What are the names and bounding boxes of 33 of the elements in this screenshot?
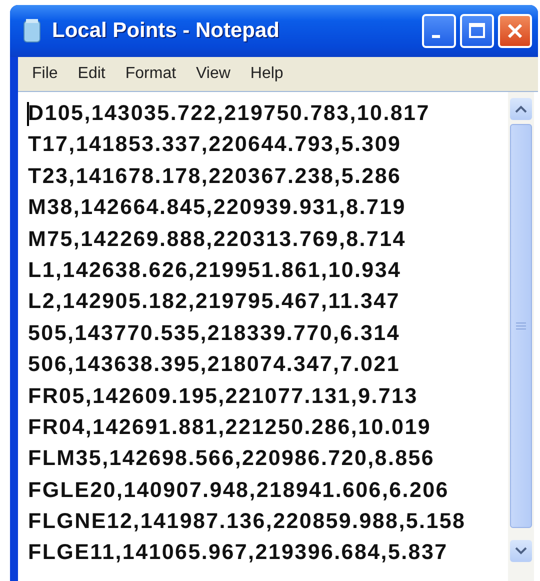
text-line: L2,142905.182,219795.467,11.347 — [28, 288, 401, 316]
text-line: T23,141678.178,220367.238,5.286 — [28, 162, 402, 190]
text-line: FLGNE12,141987.136,220859.988,5.158 — [28, 508, 467, 536]
text-line: M75,142269.888,220313.769,8.714 — [28, 226, 407, 253]
close-icon — [506, 22, 524, 40]
grip-icon — [516, 322, 526, 330]
close-button[interactable] — [498, 14, 532, 48]
text-line: FR04,142691.881,221250.286,10.019 — [28, 414, 432, 441]
text-line: L1,142638.626,219951.861,10.934 — [28, 256, 402, 284]
menu-item[interactable]: File — [24, 63, 66, 85]
menu-item[interactable]: View — [188, 63, 238, 85]
menu-item[interactable]: Format — [117, 63, 184, 85]
text-line: FLM35,142698.566,220986.720,8.856 — [28, 445, 436, 472]
minimize-icon — [432, 34, 440, 38]
scrollbar[interactable] — [508, 92, 534, 581]
maximize-button[interactable] — [460, 14, 494, 48]
menu-item[interactable]: Help — [242, 63, 292, 85]
maximize-icon — [468, 22, 486, 40]
minimize-button[interactable] — [422, 14, 456, 48]
text-line: FGLE20,140907.948,218941.606,6.206 — [28, 476, 450, 504]
window-title: Local Points - Notepad — [52, 19, 281, 43]
text-line: T17,141853.337,220644.793,5.309 — [28, 131, 402, 158]
scroll-down-button[interactable] — [510, 540, 532, 562]
text-cursor — [27, 102, 29, 126]
text-line: 506,143638.395,218074.347,7.021 — [28, 351, 401, 378]
text-line: FR05,142609.195,221077.131,9.713 — [28, 382, 419, 410]
text-line: 505,143770.535,218339.770,6.314 — [28, 320, 401, 347]
scroll-thumb[interactable] — [510, 124, 532, 528]
text-line: D105,143035.722,219750.783,10.817 — [28, 100, 431, 127]
scroll-up-button[interactable] — [510, 98, 532, 120]
text-line: FLGE11,141065.967,219396.684,5.837 — [28, 539, 449, 566]
menu-item[interactable]: Edit — [70, 63, 114, 85]
text-line: M38,142664.845,220939.931,8.719 — [28, 194, 407, 222]
